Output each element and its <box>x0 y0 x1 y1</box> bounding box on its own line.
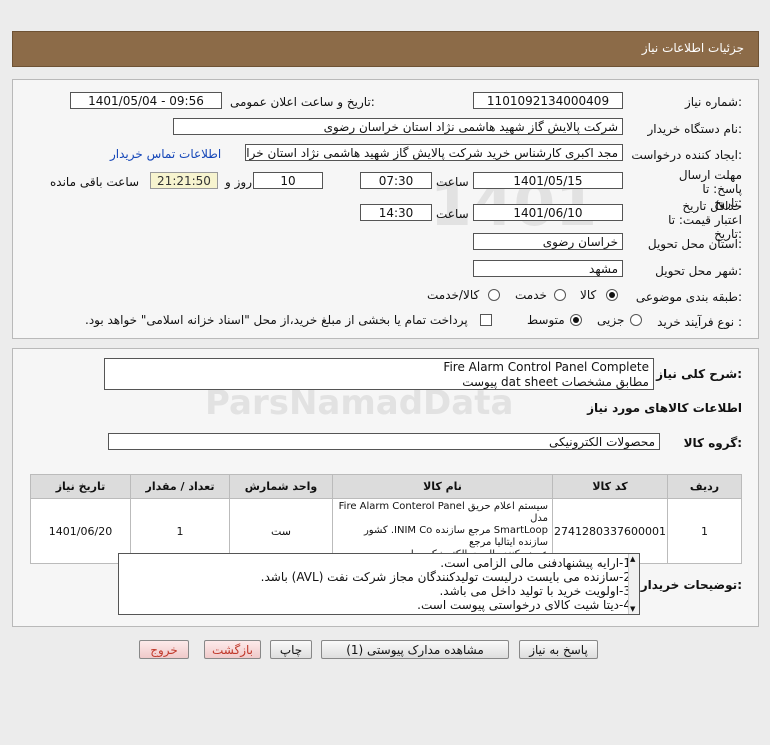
creator-label: ایجاد کننده درخواست: <box>631 148 742 162</box>
province-field: خراسان رضوی <box>473 233 623 250</box>
category-label: طبقه بندی موضوعی: <box>635 290 742 304</box>
announce-label: تاریخ و ساعت اعلان عمومی: <box>230 95 375 109</box>
goods-table-header: تاریخ نیاز تعداد / مقدار واحد شمارش نام … <box>30 474 743 499</box>
creator-field: مجد اکبری کارشناس خرید شرکت پالایش گاز ش… <box>245 144 623 161</box>
remaining-word: ساعت باقی مانده <box>50 175 140 189</box>
col-unit: واحد شمارش <box>229 474 333 499</box>
category-option-goods-service: کالا/خدمت <box>427 288 480 302</box>
validity-date-field: 1401/06/10 <box>473 204 623 221</box>
process-radio-medium[interactable] <box>570 314 582 326</box>
view-attachments-button[interactable]: مشاهده مدارک پیوستی (1) <box>321 640 509 659</box>
buyer-notes-label: توضیحات خریدار: <box>640 578 742 592</box>
city-field: مشهد <box>473 260 623 277</box>
process-option-minor: جزیی <box>597 313 625 327</box>
summary-field: Fire Alarm Control Panel Complete مطابق … <box>104 358 654 390</box>
note-line-3: 3-اولویت خرید با تولید داخل می باشد. <box>439 584 631 598</box>
goods-info-title: اطلاعات کالاهای مورد نیاز <box>587 401 742 415</box>
cell-need-date: 1401/06/20 <box>30 498 131 564</box>
buyer-notes-box[interactable]: 1-ارایه پیشنهادفنی مالی الزامی است. 2-سا… <box>118 553 640 615</box>
process-label: نوع فرآیند خرید : <box>657 315 742 329</box>
validity-time-field: 14:30 <box>360 204 432 221</box>
note-line-2: 2-سازنده می بایست درلیست تولیدکنندگان مج… <box>260 570 631 584</box>
scroll-down-icon[interactable]: ▼ <box>630 605 635 613</box>
need-number-label: شماره نیاز: <box>684 95 742 109</box>
category-radio-goods[interactable] <box>606 289 618 301</box>
print-button[interactable]: چاپ <box>270 640 312 659</box>
col-need-date: تاریخ نیاز <box>30 474 131 499</box>
col-goods-name: نام کالا <box>332 474 553 499</box>
deadline-time-word: ساعت <box>436 175 469 189</box>
buyer-contact-link[interactable]: اطلاعات تماس خریدار <box>110 147 221 161</box>
days-word: روز و <box>225 175 252 189</box>
need-number-field: 1101092134000409 <box>473 92 623 109</box>
deadline-time-field: 07:30 <box>360 172 432 189</box>
category-radio-goods-service[interactable] <box>488 289 500 301</box>
goods-name-line-1: سیستم اعلام حریق Fire Alarm Conterol Pan… <box>338 501 548 524</box>
page-header: جزئیات اطلاعات نیاز <box>12 31 759 67</box>
category-option-service: خدمت <box>515 288 547 302</box>
process-option-medium: متوسط <box>527 313 565 327</box>
goods-name-line-2: SmartLoop مرجع سازنده INIM Co. کشور سازن… <box>363 525 548 548</box>
note-line-4: 4-دیتا شیت کالای درخواستی پیوست است. <box>417 598 631 612</box>
cell-row: 1 <box>666 498 743 564</box>
validity-time-word: ساعت <box>436 207 469 221</box>
process-radio-minor[interactable] <box>630 314 642 326</box>
col-row: ردیف <box>666 474 743 499</box>
buyer-field: شرکت پالایش گاز شهید هاشمی نژاد استان خر… <box>173 118 623 135</box>
announce-datetime-field: 1401/05/04 - 09:56 <box>70 92 222 109</box>
category-option-goods: کالا <box>580 288 597 302</box>
validity-label: حداقل تاریخ اعتبار قیمت: تا تاریخ: <box>668 199 742 241</box>
city-label: شهر محل تحویل: <box>655 264 742 278</box>
summary-line-2: مطابق مشخصات dat sheet پیوست <box>462 375 649 389</box>
goods-table: تاریخ نیاز تعداد / مقدار واحد شمارش نام … <box>30 474 743 564</box>
col-quantity: تعداد / مقدار <box>130 474 230 499</box>
notes-scrollbar[interactable]: ▲ ▼ <box>628 554 639 614</box>
page-title: جزئیات اطلاعات نیاز <box>641 41 744 55</box>
province-label: استان محل تحویل: <box>647 237 742 251</box>
summary-label: شرح کلی نیاز: <box>656 367 742 381</box>
days-field: 10 <box>253 172 323 189</box>
treasury-payment-checkbox[interactable] <box>480 314 492 326</box>
col-goods-code: کد کالا <box>552 474 668 499</box>
goods-group-field: محصولات الکترونیکی <box>108 433 660 450</box>
note-line-1: 1-ارایه پیشنهادفنی مالی الزامی است. <box>440 556 631 570</box>
treasury-payment-note: پرداخت تمام یا بخشی از مبلغ خرید،از محل … <box>85 313 468 327</box>
buyer-label: نام دستگاه خریدار: <box>647 122 743 136</box>
remaining-time-field: 21:21:50 <box>150 172 218 189</box>
category-radio-service[interactable] <box>554 289 566 301</box>
deadline-date-field: 1401/05/15 <box>473 172 623 189</box>
scroll-up-icon[interactable]: ▲ <box>630 555 635 563</box>
reply-button[interactable]: پاسخ به نیاز <box>519 640 598 659</box>
back-button[interactable]: بازگشت <box>204 640 261 659</box>
exit-button[interactable]: خروج <box>139 640 189 659</box>
summary-line-1: Fire Alarm Control Panel Complete <box>443 360 649 374</box>
goods-group-label: گروه کالا: <box>683 436 742 450</box>
